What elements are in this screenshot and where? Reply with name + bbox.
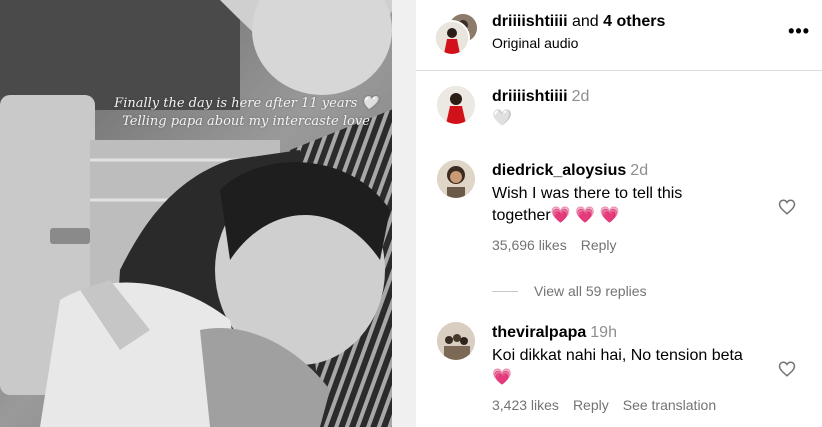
commenter-avatar[interactable] [437, 160, 475, 198]
author-avatar[interactable] [434, 20, 470, 56]
authors-and: and [567, 13, 604, 30]
audio-label[interactable]: Original audio [492, 34, 578, 52]
comment-time[interactable]: 19h [590, 324, 617, 341]
caption-line-2: Telling papa about my intercaste love [122, 114, 370, 129]
comment-text-line-2: together [492, 207, 551, 224]
post-header: driiiishtiiii and 4 others Original audi… [416, 0, 822, 71]
caption-line-1: Finally the day is here after 11 years [114, 96, 358, 111]
others-link[interactable]: 4 others [603, 13, 665, 30]
pink-heart-emoji: 💗 [492, 369, 512, 386]
comment-username[interactable]: driiiishtiiii [492, 88, 568, 105]
reel-caption-overlay: Finally the day is here after 11 years 🤍… [96, 95, 396, 131]
video-frame-image [0, 0, 416, 427]
reply-button[interactable]: Reply [581, 237, 617, 253]
like-heart-icon[interactable] [778, 198, 796, 216]
view-replies[interactable]: View all 59 replies [492, 283, 647, 299]
comments-panel: driiiishtiiii and 4 others Original audi… [416, 0, 822, 427]
comment-time[interactable]: 2d [572, 88, 590, 105]
more-options-icon[interactable]: ••• [788, 22, 810, 40]
replies-divider [492, 290, 518, 292]
post-authors: driiiishtiiii and 4 others [492, 12, 665, 32]
author-avatar-small[interactable] [437, 86, 475, 124]
comment-text: 🤍 [492, 110, 512, 127]
reel-video[interactable]: Finally the day is here after 11 years 🤍… [0, 0, 416, 427]
author-username[interactable]: driiiishtiiii [492, 13, 568, 30]
like-count[interactable]: 35,696 likes [492, 237, 567, 253]
commenter-avatar[interactable] [437, 322, 475, 360]
comment-time[interactable]: 2d [630, 162, 648, 179]
comment-username[interactable]: diedrick_aloysius [492, 162, 626, 179]
comment-text-line-1: Wish I was there to tell this [492, 185, 683, 202]
like-heart-icon[interactable] [778, 360, 796, 378]
comment-text-line-1: Koi dikkat nahi hai, No tension beta [492, 347, 743, 364]
see-translation-button[interactable]: See translation [623, 397, 716, 413]
like-count[interactable]: 3,423 likes [492, 397, 559, 413]
white-heart-emoji: 🤍 [361, 96, 378, 111]
view-replies-label[interactable]: View all 59 replies [534, 283, 647, 299]
pink-heart-emojis: 💗 💗 💗 [550, 207, 620, 224]
comment-username[interactable]: theviralpapa [492, 324, 586, 341]
reply-button[interactable]: Reply [573, 397, 609, 413]
